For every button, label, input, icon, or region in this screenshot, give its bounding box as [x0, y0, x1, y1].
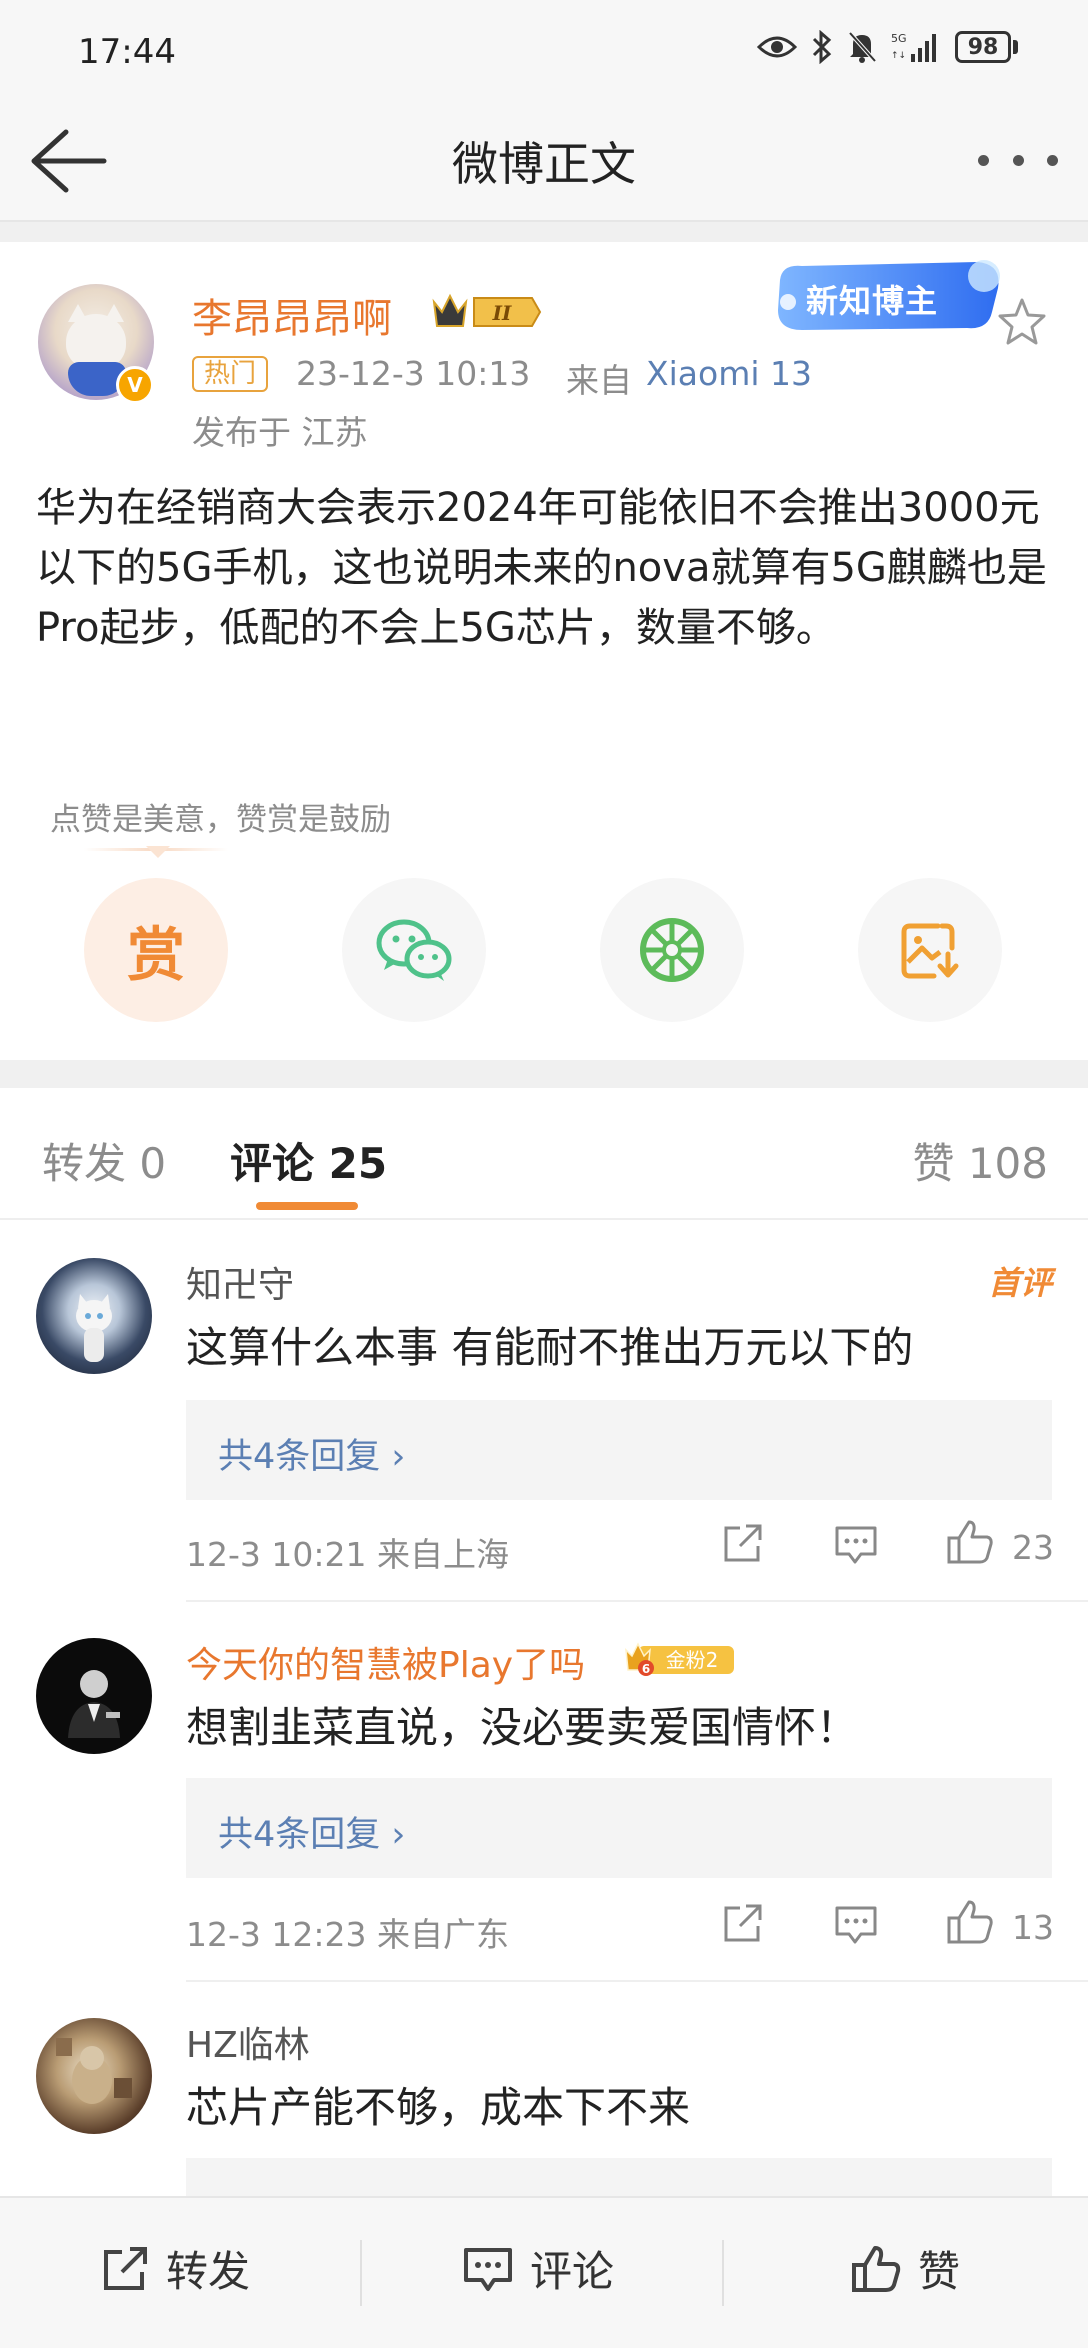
comment-item: HZ临林 芯片产能不够，成本下不来 共1条回复 — [0, 1982, 1088, 2196]
eye-icon — [757, 36, 797, 58]
commenter-name[interactable]: 知卍守 — [186, 1256, 294, 1308]
mute-bell-icon — [848, 31, 877, 63]
thumbs-up-icon — [947, 1520, 993, 1564]
comment-like-count: 23 — [1012, 1528, 1054, 1567]
comment-label: 评论 — [530, 2247, 615, 2296]
thumbs-up-icon — [947, 1900, 993, 1944]
repost-icon — [724, 1524, 762, 1562]
crown-level-text: II — [492, 301, 512, 325]
post-card: V 李昂昂昂啊 II 新知博主 热门 23-12-3 10:13 来自 Xiao… — [0, 242, 1088, 1060]
commenter-avatar[interactable] — [36, 2018, 152, 2134]
status-time: 17:44 — [78, 32, 176, 72]
author-name[interactable]: 李昂昂昂啊 — [192, 286, 392, 344]
repost-button[interactable]: 转发 — [100, 2238, 250, 2299]
replies-count-link: 共1条回复 — [218, 2186, 380, 2196]
comment-text: 想割韭菜直说，没必要卖爱国情怀！ — [186, 1703, 859, 1752]
comment-repost-button[interactable] — [712, 1514, 772, 1574]
verified-v-icon: V — [116, 366, 154, 404]
wechat-moments-icon — [640, 918, 704, 982]
active-tab-indicator — [256, 1202, 358, 1210]
commenter-name[interactable]: 今天你的智慧被Play了吗 — [186, 1636, 585, 1688]
signal-icon: 5G ↑↓ — [891, 32, 936, 62]
comment-button[interactable]: 评论 — [462, 2238, 614, 2299]
share-wechat-button[interactable] — [342, 878, 486, 1022]
bluetooth-icon — [812, 30, 832, 64]
comment-like-count: 13 — [1012, 1908, 1054, 1947]
hot-tag: 热门 — [192, 356, 269, 392]
comment-icon — [835, 1906, 877, 1944]
thumbs-up-icon — [852, 2245, 901, 2292]
nav-bar: 微博正文 — [0, 100, 1088, 222]
tab-like[interactable]: 赞 108 — [912, 1130, 1048, 1191]
battery-icon: 98 — [955, 31, 1018, 63]
tab-repost[interactable]: 转发 0 — [42, 1130, 166, 1191]
favorite-star-icon[interactable] — [996, 296, 1048, 348]
post-tabs: 转发 0 评论 25 赞 108 — [0, 1088, 1088, 1220]
like-button[interactable]: 赞 — [850, 2238, 960, 2299]
post-time: 23-12-3 10:13 — [296, 354, 531, 393]
reward-hint: 点赞是美意，赞赏是鼓励 — [50, 802, 391, 838]
post-text: 华为在经销商大会表示2024年可能依旧不会推出3000元以下的5G手机，这也说明… — [36, 485, 1047, 651]
post-device-link[interactable]: Xiaomi 13 — [646, 354, 812, 393]
replies-count-link: 共4条回复 › — [218, 1815, 406, 1855]
reward-icon: 赏 — [126, 921, 185, 989]
comment-reply-button[interactable] — [826, 1514, 886, 1574]
comment-icon — [835, 1526, 877, 1564]
fan-level-number: 6 — [642, 1662, 650, 1676]
comment-item: 知卍守 首评 这算什么本事 有能耐不推出万元以下的 共4条回复 › 12-3 1… — [0, 1222, 1088, 1602]
comment-item: 今天你的智慧被Play了吗 6 金粉2 想割韭菜直说，没必要卖爱国情怀！ 共4条… — [0, 1602, 1088, 1982]
first-comment-badge: 首评 — [987, 1264, 1052, 1302]
view-replies-button[interactable]: 共4条回复 › — [186, 1400, 1052, 1500]
replies-count-link: 共4条回复 › — [218, 1437, 406, 1477]
save-image-icon — [901, 923, 959, 979]
new-blogger-label: 新知博主 — [806, 282, 939, 320]
reward-button[interactable]: 赏 — [84, 878, 228, 1022]
repost-icon — [104, 2246, 147, 2290]
comment-meta: 12-3 12:23 来自广东 — [186, 1915, 509, 1954]
comment-like-button[interactable] — [940, 1892, 1000, 1952]
battery-level: 98 — [955, 31, 1011, 63]
repost-icon — [724, 1904, 762, 1942]
comment-reply-button[interactable] — [826, 1894, 886, 1954]
bottom-action-bar: 转发 评论 赞 — [0, 2196, 1088, 2348]
share-moments-button[interactable] — [600, 878, 744, 1022]
view-replies-button[interactable]: 共1条回复 — [186, 2158, 1052, 2196]
status-icons: 5G ↑↓ 98 — [757, 30, 1018, 64]
gold-fan-badge-icon: 6 金粉2 — [625, 1642, 734, 1676]
commenter-avatar[interactable] — [36, 1638, 152, 1754]
crown-level-badge-icon[interactable]: II — [430, 290, 544, 334]
page-title: 微博正文 — [452, 137, 636, 191]
commenter-name[interactable]: HZ临林 — [186, 2016, 310, 2068]
repost-label: 转发 — [166, 2247, 251, 2296]
svg-text:↑↓: ↑↓ — [891, 51, 906, 61]
more-options-button[interactable] — [978, 130, 1058, 190]
like-label: 赞 — [918, 2247, 961, 2296]
fan-badge-label: 金粉2 — [666, 1648, 719, 1672]
status-bar: 17:44 5G ↑↓ 98 — [0, 0, 1088, 100]
comment-icon — [464, 2247, 512, 2291]
svg-text:5G: 5G — [891, 32, 907, 45]
commenter-avatar[interactable] — [36, 1258, 152, 1374]
comment-text: 芯片产能不够，成本下不来 — [186, 2083, 691, 2132]
view-replies-button[interactable]: 共4条回复 › — [186, 1778, 1052, 1878]
post-from-label: 来自 — [566, 361, 632, 400]
save-image-button[interactable] — [858, 878, 1002, 1022]
wechat-icon — [376, 919, 452, 981]
comment-meta: 12-3 10:21 来自上海 — [186, 1535, 509, 1574]
comment-like-button[interactable] — [940, 1512, 1000, 1572]
comment-text: 这算什么本事 有能耐不推出万元以下的 — [186, 1323, 914, 1372]
comment-repost-button[interactable] — [712, 1894, 772, 1954]
post-location: 发布于 江苏 — [192, 413, 368, 452]
tab-comment[interactable]: 评论 25 — [230, 1130, 387, 1191]
